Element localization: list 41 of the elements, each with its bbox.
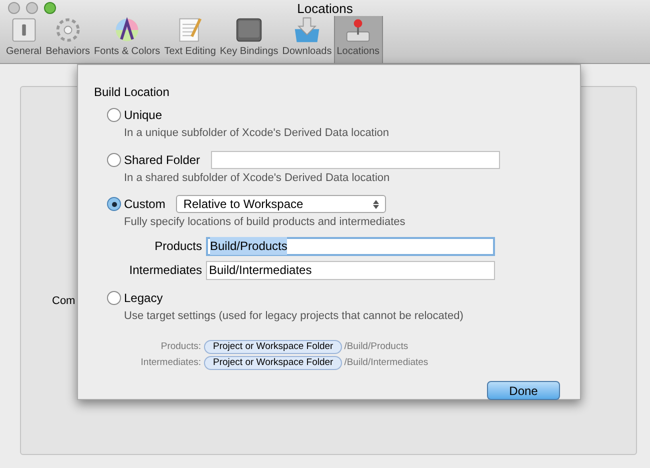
window-title: Locations [297, 0, 353, 17]
path-label: Intermediates: [140, 356, 202, 370]
option-description: Fully specify locations of build products and intermediates [123, 215, 406, 230]
toolbar-tab[interactable]: Fonts & Colors [92, 16, 162, 63]
path-token[interactable]: Project or Workspace Folder [204, 340, 342, 354]
option-label: Legacy [124, 290, 163, 306]
field-label: Com [52, 295, 76, 308]
option-label: Shared Folder [124, 152, 200, 168]
toolbar-tab[interactable]: Behaviors [44, 16, 92, 63]
radio-button[interactable] [107, 197, 121, 211]
location-popup[interactable]: Relative to Workspace [176, 195, 386, 213]
option-label: Unique [124, 107, 162, 124]
radio-button[interactable] [107, 290, 121, 304]
done-button[interactable]: Done [487, 380, 560, 400]
radio-button[interactable] [107, 152, 121, 166]
download-tray-icon [292, 16, 322, 44]
path-label: Products: [160, 340, 202, 354]
minimize-button[interactable] [26, 2, 38, 14]
section-heading: Build Location [94, 84, 170, 101]
radio-button[interactable] [107, 108, 121, 122]
path-field[interactable]: Build/Products [206, 236, 495, 256]
stepper-arrows-icon [373, 200, 380, 208]
close-button[interactable] [8, 2, 20, 14]
toolbar-tab[interactable]: Text Editing [162, 16, 218, 63]
path-label: Products [154, 238, 203, 255]
option-description: In a shared subfolder of Xcode's Derived Data location [123, 170, 390, 186]
path-suffix: /Build/Intermediates [343, 356, 428, 370]
path-token[interactable]: Project or Workspace Folder [204, 356, 342, 370]
path-label: Intermediates [128, 262, 203, 279]
toolbar-tab[interactable]: Key Bindings [218, 16, 280, 63]
path-suffix: /Build/Products [343, 340, 408, 354]
option-label: Custom [124, 196, 166, 213]
key-icon [234, 16, 264, 44]
folder-field[interactable] [211, 150, 500, 168]
toolbar-tab[interactable]: General [4, 16, 44, 63]
option-description: In a unique subfolder of Xcode's Derived Data location [123, 126, 390, 141]
toolbar-tab[interactable]: Downloads [280, 16, 334, 63]
zoom-button[interactable] [44, 2, 56, 14]
toolbar-tab[interactable]: Locations [334, 16, 383, 63]
option-description: Use target settings (used for legacy projects that cannot be relocated) [123, 308, 464, 324]
path-field[interactable]: Build/Intermediates [206, 260, 495, 280]
